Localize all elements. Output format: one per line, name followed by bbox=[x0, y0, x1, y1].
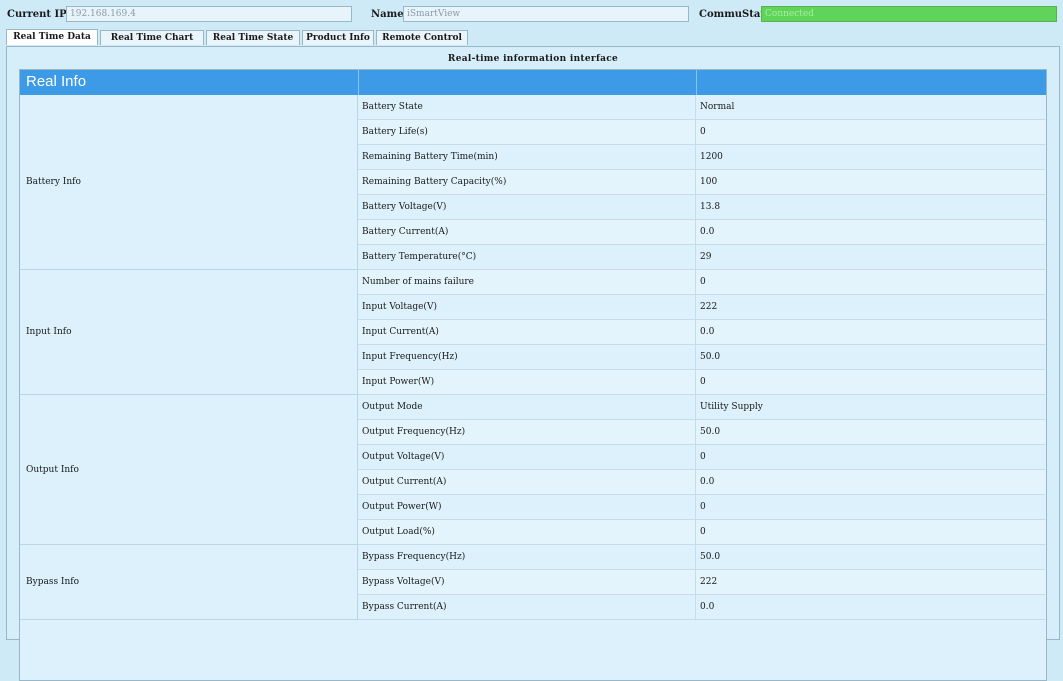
row-name: Number of mains failure bbox=[358, 270, 696, 294]
table-row[interactable]: Output Frequency(Hz) 50.0 bbox=[358, 420, 1045, 445]
table-row[interactable]: Bypass Voltage(V) 222 bbox=[358, 570, 1045, 595]
table-row[interactable]: Battery Temperature(°C) 29 bbox=[358, 245, 1045, 270]
row-name: Bypass Voltage(V) bbox=[358, 570, 696, 594]
table-row[interactable]: Output Voltage(V) 0 bbox=[358, 445, 1045, 470]
tab-real-time-state[interactable]: Real Time State bbox=[206, 30, 300, 45]
row-name: Battery Current(A) bbox=[358, 220, 696, 244]
row-name: Battery State bbox=[358, 95, 696, 119]
row-name: Input Current(A) bbox=[358, 320, 696, 344]
row-name: Output Current(A) bbox=[358, 470, 696, 494]
row-value: 1200 bbox=[700, 152, 723, 162]
group-label: Battery Info bbox=[20, 95, 358, 270]
row-value: 0 bbox=[700, 527, 706, 537]
row-value: Normal bbox=[700, 102, 735, 112]
row-name: Battery Voltage(V) bbox=[358, 195, 696, 219]
grid-header: Real Info bbox=[20, 70, 1046, 95]
row-value: 0 bbox=[700, 377, 706, 387]
tab-real-time-data[interactable]: Real Time Data bbox=[6, 29, 98, 45]
row-value: 50.0 bbox=[700, 427, 721, 437]
row-name: Remaining Battery Time(min) bbox=[358, 145, 696, 169]
row-value: 50.0 bbox=[700, 352, 721, 362]
table-row[interactable]: Input Frequency(Hz) 50.0 bbox=[358, 345, 1045, 370]
table-row[interactable]: Battery Voltage(V) 13.8 bbox=[358, 195, 1045, 220]
name-field[interactable]: iSmartView bbox=[403, 6, 689, 22]
header-divider bbox=[696, 70, 697, 95]
grid-header-title: Real Info bbox=[26, 73, 87, 90]
row-name: Input Frequency(Hz) bbox=[358, 345, 696, 369]
row-value: 29 bbox=[700, 252, 712, 262]
row-name: Output Voltage(V) bbox=[358, 445, 696, 469]
row-value: 0 bbox=[700, 452, 706, 462]
current-ip-label: Current IP: bbox=[7, 9, 71, 20]
header-divider bbox=[358, 70, 359, 95]
table-row[interactable]: Remaining Battery Time(min) 1200 bbox=[358, 145, 1045, 170]
row-value: 0.0 bbox=[700, 602, 715, 612]
table-row[interactable]: Output Load(%) 0 bbox=[358, 520, 1045, 545]
row-value: 0.0 bbox=[700, 477, 715, 487]
table-row[interactable]: Input Voltage(V) 222 bbox=[358, 295, 1045, 320]
table-row[interactable]: Input Current(A) 0.0 bbox=[358, 320, 1045, 345]
row-name: Input Power(W) bbox=[358, 370, 696, 394]
row-value: 0 bbox=[700, 127, 706, 137]
group-label: Input Info bbox=[20, 270, 358, 395]
row-value: 0 bbox=[700, 502, 706, 512]
row-value: 0 bbox=[700, 277, 706, 287]
table-row[interactable]: Output Current(A) 0.0 bbox=[358, 470, 1045, 495]
row-name: Output Frequency(Hz) bbox=[358, 420, 696, 444]
row-value: 0.0 bbox=[700, 327, 715, 337]
row-value: 100 bbox=[700, 177, 718, 187]
real-info-grid: Real Info Battery Info Battery State Norma… bbox=[19, 69, 1047, 681]
row-value: 222 bbox=[700, 302, 718, 312]
table-row[interactable]: Bypass Frequency(Hz) 50.0 bbox=[358, 545, 1045, 570]
row-value: 50.0 bbox=[700, 552, 721, 562]
current-ip-field[interactable]: 192.168.169.4 bbox=[66, 6, 352, 22]
table-row[interactable]: Number of mains failure 0 bbox=[358, 270, 1045, 295]
table-row[interactable]: Output Mode Utility Supply bbox=[358, 395, 1045, 420]
group-label: Output Info bbox=[20, 395, 358, 545]
commu-state-field: Connected bbox=[761, 6, 1057, 22]
row-name: Input Voltage(V) bbox=[358, 295, 696, 319]
table-row[interactable]: Battery Life(s) 0 bbox=[358, 120, 1045, 145]
group-label: Bypass Info bbox=[20, 545, 358, 620]
row-value: 0.0 bbox=[700, 227, 715, 237]
row-name: Output Power(W) bbox=[358, 495, 696, 519]
name-label: Name: bbox=[371, 9, 408, 20]
top-status-bar: Current IP: 192.168.169.4 Name: iSmartVi… bbox=[0, 0, 1063, 28]
row-name: Bypass Frequency(Hz) bbox=[358, 545, 696, 569]
row-value: 222 bbox=[700, 577, 718, 587]
row-name: Output Load(%) bbox=[358, 520, 696, 544]
table-row[interactable]: Input Power(W) 0 bbox=[358, 370, 1045, 395]
table-row[interactable]: Remaining Battery Capacity(%) 100 bbox=[358, 170, 1045, 195]
table-row[interactable]: Bypass Current(A) 0.0 bbox=[358, 595, 1045, 620]
real-time-data-panel: Real-time information interface Real Inf… bbox=[6, 46, 1060, 681]
row-name: Bypass Current(A) bbox=[358, 595, 696, 619]
table-row[interactable]: Battery Current(A) 0.0 bbox=[358, 220, 1045, 245]
row-name: Remaining Battery Capacity(%) bbox=[358, 170, 696, 194]
row-value: Utility Supply bbox=[700, 402, 763, 412]
row-name: Output Mode bbox=[358, 395, 696, 419]
panel-caption: Real-time information interface bbox=[447, 54, 619, 64]
tab-real-time-chart[interactable]: Real Time Chart bbox=[100, 30, 204, 45]
row-name: Battery Temperature(°C) bbox=[358, 245, 696, 269]
table-row[interactable]: Output Power(W) 0 bbox=[358, 495, 1045, 520]
table-row[interactable]: Battery State Normal bbox=[358, 95, 1045, 120]
tab-remote-control[interactable]: Remote Control bbox=[376, 30, 468, 45]
tab-product-info[interactable]: Product Info bbox=[302, 30, 374, 45]
row-name: Battery Life(s) bbox=[358, 120, 696, 144]
row-value: 13.8 bbox=[700, 202, 721, 212]
